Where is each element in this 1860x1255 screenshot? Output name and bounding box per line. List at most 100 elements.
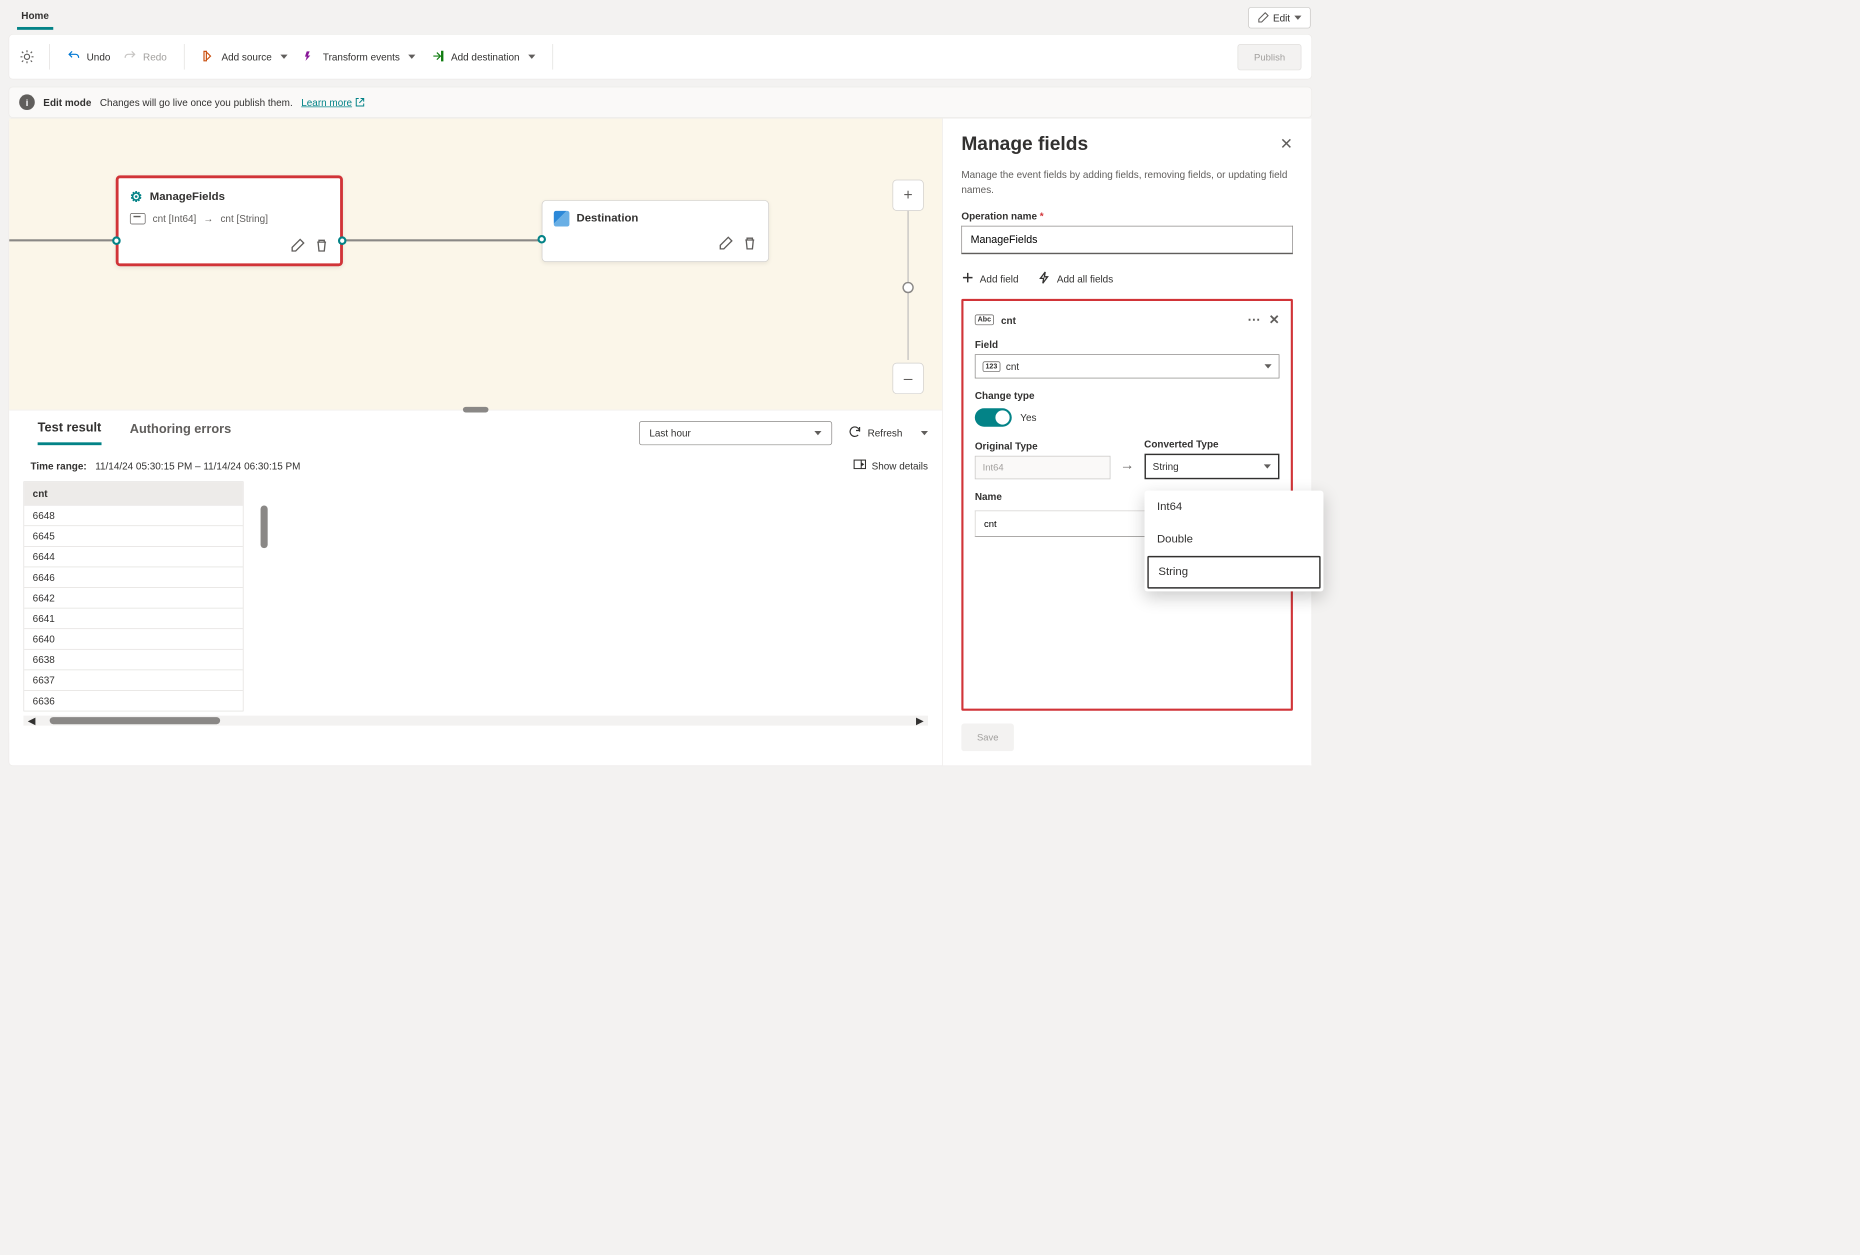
grid-header[interactable]: cnt: [24, 482, 243, 505]
refresh-button[interactable]: Refresh: [845, 420, 905, 445]
add-field-label: Add field: [980, 273, 1019, 284]
chevron-down-icon: [1264, 464, 1271, 468]
grid-row: 6644: [24, 546, 243, 567]
node-manage-fields[interactable]: ⚙ ManageFields cnt [Int64] → cnt [String…: [116, 175, 343, 266]
horizontal-scrollbar-thumb[interactable]: [50, 717, 220, 724]
transform-label: Transform events: [323, 51, 400, 62]
chevron-down-icon: [408, 55, 415, 59]
edge: [9, 239, 116, 241]
time-preset-dropdown[interactable]: Last hour: [639, 421, 832, 445]
time-range-label: Time range:: [31, 460, 87, 471]
separator: [184, 44, 185, 70]
edit-node-icon[interactable]: [290, 239, 304, 255]
panel-title: Manage fields: [961, 133, 1088, 155]
converted-type-value: String: [1153, 461, 1179, 472]
add-all-fields-label: Add all fields: [1057, 273, 1113, 284]
dropdown-option-int64[interactable]: Int64: [1144, 491, 1323, 524]
splitter-handle[interactable]: [463, 407, 489, 413]
node-title: Destination: [577, 212, 639, 225]
delete-node-icon[interactable]: [743, 236, 757, 252]
add-field-button[interactable]: Add field: [961, 271, 1018, 286]
lightning-icon: [1038, 271, 1051, 286]
change-type-value: Yes: [1020, 412, 1036, 423]
publish-button: Publish: [1238, 44, 1302, 70]
destination-icon: [554, 211, 570, 227]
converted-type-select[interactable]: String: [1144, 454, 1279, 480]
grid-row: 6646: [24, 567, 243, 588]
show-details-button[interactable]: Show details: [853, 459, 928, 471]
field-select[interactable]: 123 cnt: [975, 354, 1280, 378]
time-preset-label: Last hour: [649, 427, 690, 438]
vertical-scrollbar-thumb[interactable]: [261, 506, 268, 549]
refresh-label: Refresh: [868, 427, 903, 438]
redo-button: Redo: [120, 44, 169, 69]
top-tabs: Home Edit: [9, 0, 1313, 30]
close-panel-button[interactable]: ✕: [1280, 135, 1293, 153]
chevron-down-icon[interactable]: [921, 431, 928, 435]
horizontal-scrollbar[interactable]: ◀ ▶: [23, 716, 928, 726]
number-icon: 123: [983, 361, 1001, 372]
undo-label: Undo: [87, 51, 111, 62]
grid-row: 6645: [24, 525, 243, 546]
add-source-icon: [202, 49, 216, 65]
field-label: Field: [975, 339, 1280, 350]
field-select-value: cnt: [1006, 361, 1019, 372]
dropdown-option-string[interactable]: String: [1147, 556, 1320, 589]
node-map-from: cnt [Int64]: [153, 213, 197, 224]
port-out[interactable]: [338, 236, 347, 245]
panel-description: Manage the event fields by adding fields…: [961, 168, 1293, 198]
operation-name-label: Operation name *: [961, 210, 1293, 221]
edit-button[interactable]: Edit: [1248, 7, 1311, 28]
chevron-down-icon: [1294, 16, 1301, 20]
tab-test-result[interactable]: Test result: [38, 420, 102, 445]
redo-label: Redo: [143, 51, 167, 62]
learn-more-label: Learn more: [301, 97, 352, 108]
zoom-in-button[interactable]: +: [892, 180, 923, 211]
node-destination[interactable]: Destination: [542, 200, 769, 262]
remove-field-icon[interactable]: ✕: [1269, 312, 1280, 327]
redo-icon: [123, 49, 137, 65]
grid-row: 6638: [24, 649, 243, 670]
delete-node-icon[interactable]: [315, 239, 329, 255]
port-in[interactable]: [112, 236, 121, 245]
learn-more-link[interactable]: Learn more: [301, 97, 365, 108]
show-details-label: Show details: [872, 460, 928, 471]
toolbar: Undo Redo Add source Transform events Ad…: [9, 34, 1313, 79]
transform-button[interactable]: Transform events: [300, 44, 418, 69]
add-destination-button[interactable]: Add destination: [428, 44, 538, 69]
original-type-input: [975, 456, 1110, 479]
edge: [343, 239, 542, 241]
change-type-label: Change type: [975, 390, 1280, 401]
converted-type-label: Converted Type: [1144, 438, 1279, 449]
more-icon[interactable]: ⋯: [1247, 312, 1260, 327]
grid-row: 6642: [24, 587, 243, 608]
undo-button[interactable]: Undo: [64, 44, 113, 69]
zoom-thumb[interactable]: [902, 282, 913, 293]
operation-name-input[interactable]: [961, 226, 1293, 254]
tab-authoring-errors[interactable]: Authoring errors: [130, 422, 232, 444]
node-map-to: cnt [String]: [220, 213, 268, 224]
separator: [552, 44, 553, 70]
chevron-down-icon: [528, 55, 535, 59]
tab-home[interactable]: Home: [17, 6, 53, 30]
infobar-message: Changes will go live once you publish th…: [100, 97, 293, 108]
gear-icon[interactable]: [19, 49, 35, 65]
zoom-out-button[interactable]: –: [892, 363, 923, 394]
pencil-icon: [1257, 12, 1268, 23]
port-in[interactable]: [537, 235, 546, 244]
transform-icon: [303, 49, 317, 65]
field-card-name: cnt: [1001, 314, 1016, 325]
add-source-button[interactable]: Add source: [199, 44, 290, 69]
add-all-fields-button[interactable]: Add all fields: [1038, 271, 1113, 286]
dropdown-option-double[interactable]: Double: [1144, 523, 1323, 556]
grid-row: 6641: [24, 608, 243, 629]
time-range-value: 11/14/24 05:30:15 PM – 11/14/24 06:30:15…: [95, 460, 300, 471]
canvas[interactable]: ⚙ ManageFields cnt [Int64] → cnt [String…: [9, 119, 942, 410]
grid-row: 6648: [24, 505, 243, 526]
result-grid: cnt 6648 6645 6644 6646 6642 6641 6640 6…: [23, 481, 243, 711]
chevron-down-icon: [814, 431, 821, 435]
panel-icon: [853, 459, 866, 471]
change-type-toggle[interactable]: [975, 408, 1012, 426]
converted-type-dropdown: Int64 Double String: [1144, 491, 1323, 592]
edit-node-icon[interactable]: [719, 236, 733, 252]
